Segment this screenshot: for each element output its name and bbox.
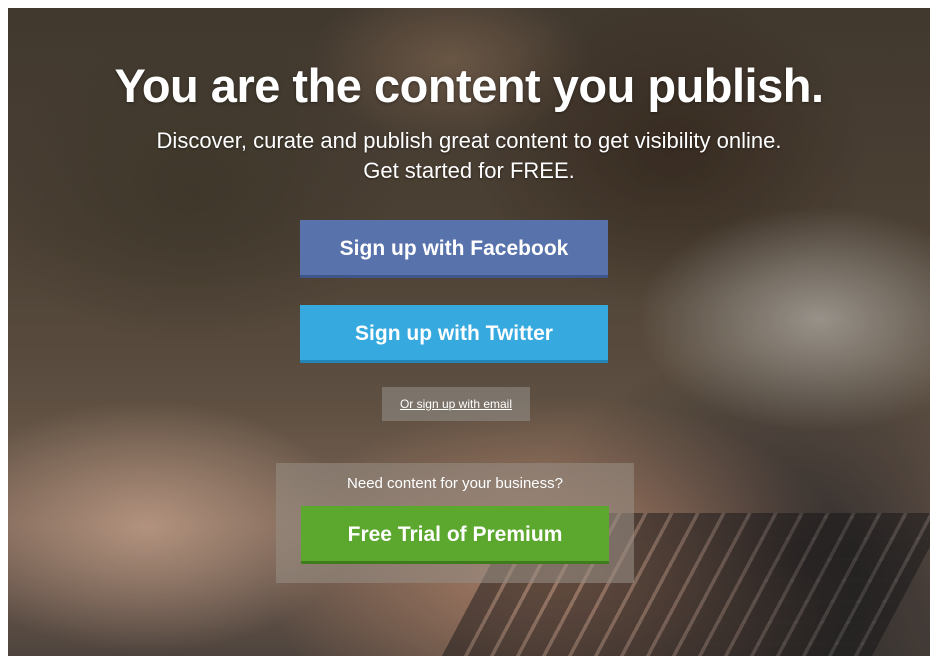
page-headline: You are the content you publish. [114,59,824,112]
signup-twitter-button[interactable]: Sign up with Twitter [300,305,608,363]
hero-section: You are the content you publish. Discove… [8,8,930,656]
subtitle-line-2: Get started for FREE. [363,158,575,183]
premium-prompt: Need content for your business? [347,475,563,492]
free-trial-premium-button[interactable]: Free Trial of Premium [301,506,609,564]
hero-subtitle: Discover, curate and publish great conte… [8,126,930,186]
subtitle-line-1: Discover, curate and publish great conte… [156,128,782,153]
email-signup-link[interactable]: Or sign up with email [400,397,512,411]
signup-facebook-button[interactable]: Sign up with Facebook [300,220,608,278]
email-signup-container: Or sign up with email [382,387,530,421]
